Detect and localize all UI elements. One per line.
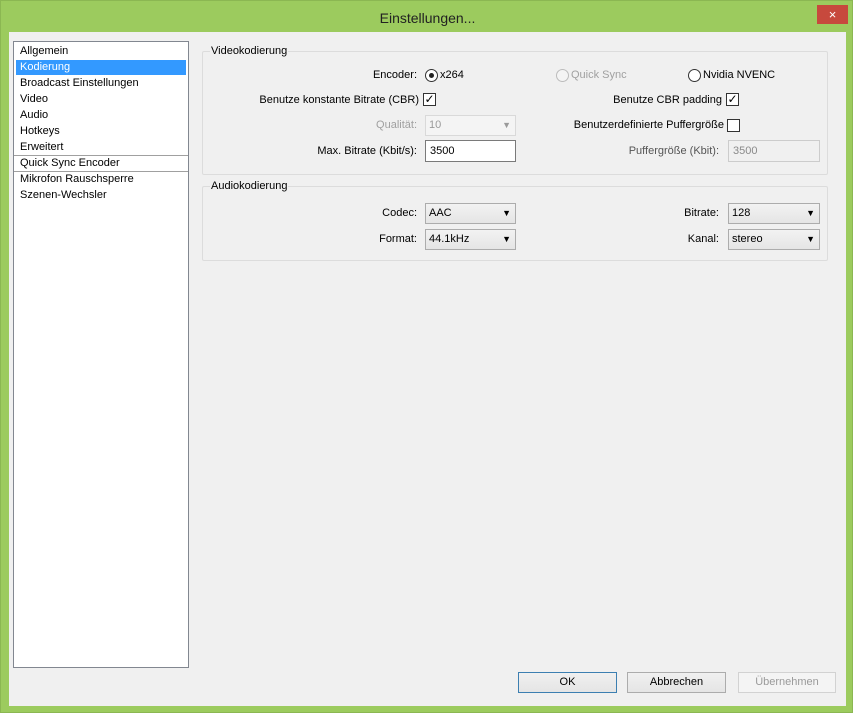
- audio-bitrate-label: Bitrate:: [684, 207, 719, 219]
- codec-select[interactable]: AAC ▼: [425, 203, 516, 224]
- checkmark-icon: ✓: [424, 92, 435, 106]
- format-select[interactable]: 44.1kHz ▼: [425, 229, 516, 250]
- radio-x264-label[interactable]: x264: [440, 69, 464, 81]
- max-bitrate-input[interactable]: 3500: [425, 140, 516, 162]
- nav-item-mikrofon[interactable]: Mikrofon Rauschsperre: [16, 172, 186, 187]
- quality-value: 10: [429, 119, 442, 131]
- video-encoding-group: Videokodierung Encoder: x264 Quick Sync …: [202, 45, 828, 175]
- cbr-label: Benutze konstante Bitrate (CBR): [259, 94, 419, 106]
- cbr-padding-checkbox[interactable]: ✓: [726, 93, 739, 106]
- nav-item-kodierung[interactable]: Kodierung: [16, 60, 186, 75]
- nav-item-hotkeys[interactable]: Hotkeys: [16, 124, 186, 139]
- encoder-label: Encoder:: [372, 69, 417, 81]
- quality-select: 10 ▼: [425, 115, 516, 136]
- close-button[interactable]: ×: [817, 5, 848, 24]
- chevron-down-icon: ▼: [502, 208, 511, 218]
- dialog-client-area: Allgemein Kodierung Broadcast Einstellun…: [9, 32, 846, 706]
- custom-buffer-checkbox[interactable]: [727, 119, 740, 132]
- apply-button: Übernehmen: [738, 672, 836, 693]
- window-title: Einstellungen...: [379, 10, 476, 26]
- nav-item-audio[interactable]: Audio: [16, 108, 186, 123]
- radio-x264[interactable]: [425, 69, 438, 82]
- channel-label: Kanal:: [687, 233, 719, 245]
- chevron-down-icon: ▼: [502, 120, 511, 130]
- chevron-down-icon: ▼: [502, 234, 511, 244]
- audio-group-label: Audiokodierung: [210, 180, 289, 192]
- nav-item-broadcast[interactable]: Broadcast Einstellungen: [16, 76, 186, 91]
- audio-bitrate-value: 128: [732, 207, 751, 219]
- ok-button[interactable]: OK: [518, 672, 617, 693]
- audio-encoding-group: Audiokodierung Codec: AAC ▼ Bitrate: 128…: [202, 180, 828, 261]
- nav-item-quick-sync[interactable]: Quick Sync Encoder: [16, 156, 186, 171]
- codec-value: AAC: [429, 207, 452, 219]
- custom-buffer-label: Benutzerdefinierte Puffergröße: [573, 119, 724, 131]
- radio-nvenc[interactable]: [688, 69, 701, 82]
- video-group-label: Videokodierung: [210, 45, 289, 57]
- checkmark-icon: ✓: [727, 92, 738, 106]
- buffer-size-label: Puffergröße (Kbit):: [628, 145, 719, 157]
- title-bar[interactable]: Einstellungen... ×: [1, 1, 853, 33]
- chevron-down-icon: ▼: [806, 208, 815, 218]
- radio-quick-sync: [556, 69, 569, 82]
- nav-item-erweitert[interactable]: Erweitert: [16, 140, 186, 155]
- nav-item-video[interactable]: Video: [16, 92, 186, 107]
- nav-item-allgemein[interactable]: Allgemein: [16, 44, 186, 59]
- settings-dialog: Einstellungen... × Allgemein Kodierung B…: [0, 0, 853, 713]
- codec-label: Codec:: [382, 207, 417, 219]
- close-icon: ×: [828, 7, 837, 22]
- radio-quick-sync-label: Quick Sync: [571, 69, 627, 81]
- buffer-size-input: 3500: [728, 140, 820, 162]
- format-value: 44.1kHz: [429, 233, 470, 245]
- cbr-padding-label: Benutze CBR padding: [613, 94, 722, 106]
- quality-label: Qualität:: [376, 119, 417, 131]
- audio-bitrate-select[interactable]: 128 ▼: [728, 203, 820, 224]
- cancel-button[interactable]: Abbrechen: [627, 672, 726, 693]
- nav-item-szenen-wechsler[interactable]: Szenen-Wechsler: [16, 188, 186, 203]
- cbr-checkbox[interactable]: ✓: [423, 93, 436, 106]
- chevron-down-icon: ▼: [806, 234, 815, 244]
- radio-nvenc-label[interactable]: Nvidia NVENC: [703, 69, 775, 81]
- settings-category-list[interactable]: Allgemein Kodierung Broadcast Einstellun…: [13, 41, 189, 668]
- channel-select[interactable]: stereo ▼: [728, 229, 820, 250]
- channel-value: stereo: [732, 233, 763, 245]
- format-label: Format:: [379, 233, 417, 245]
- max-bitrate-label: Max. Bitrate (Kbit/s):: [317, 145, 417, 157]
